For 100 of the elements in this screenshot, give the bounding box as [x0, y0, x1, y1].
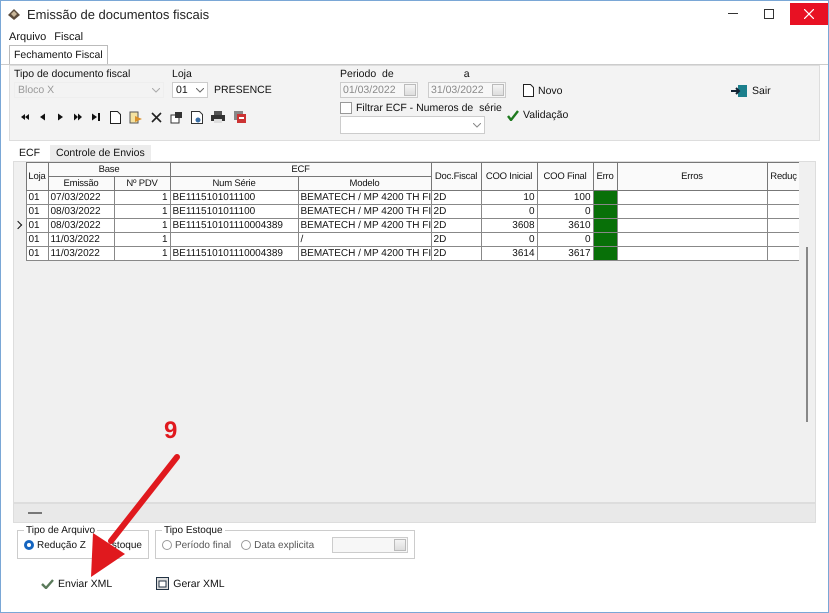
- last-record-icon[interactable]: [92, 113, 102, 121]
- close-button[interactable]: [790, 3, 828, 25]
- table-cell: BE1115101011100: [170, 190, 298, 204]
- column-header[interactable]: Emissão: [48, 176, 114, 190]
- table-cell: 01: [26, 246, 48, 260]
- exit-button[interactable]: Sair: [731, 84, 771, 98]
- edit-document-icon[interactable]: [129, 110, 143, 124]
- table-cell: 01: [26, 204, 48, 218]
- table-cell: 100: [537, 190, 594, 204]
- app-icon: [7, 8, 21, 20]
- table-cell: 1: [114, 190, 170, 204]
- table-cell: 2D: [431, 190, 482, 204]
- minimize-icon: [728, 13, 738, 15]
- table-cell: 10: [481, 190, 538, 204]
- printer-icon[interactable]: [211, 111, 225, 123]
- column-header: Loja: [26, 162, 48, 190]
- column-header[interactable]: COO Final: [537, 162, 594, 190]
- check-icon: [507, 110, 519, 120]
- send-xml-button[interactable]: Enviar XML: [41, 577, 112, 590]
- table-cell: 11/03/2022: [48, 232, 114, 246]
- table-cell: 2D: [431, 232, 482, 246]
- table-cell: 3610: [537, 218, 594, 232]
- table-cell: 0: [537, 232, 594, 246]
- column-header[interactable]: Modelo: [298, 176, 432, 190]
- table-cell: BE111510101110004389: [170, 218, 298, 232]
- table-icon: [156, 577, 170, 590]
- group-title: Tipo Estoque: [162, 525, 224, 536]
- radio-button[interactable]: [162, 540, 172, 550]
- table-cell: BE111510101110004389: [170, 246, 298, 260]
- field-label: Periodo de: [340, 68, 394, 80]
- column-header[interactable]: Num Série: [170, 176, 298, 190]
- new-button[interactable]: Novo: [523, 84, 723, 97]
- chevron-down-icon: [196, 88, 204, 92]
- field-label: Loja: [172, 68, 193, 80]
- radio-label: Data explicita: [254, 540, 314, 550]
- delete-icon[interactable]: [151, 112, 162, 122]
- table-cell: 07/03/2022: [48, 190, 114, 204]
- table-cell: 1: [114, 218, 170, 232]
- close-icon: [804, 9, 814, 19]
- table-cell: BEMATECH / MP 4200 TH FI: [298, 204, 432, 218]
- table-cell: /: [298, 232, 432, 246]
- table-cell: 01: [26, 218, 48, 232]
- table-cell: 1: [114, 232, 170, 246]
- generate-xml-button[interactable]: Gerar XML: [156, 577, 225, 590]
- exit-door-icon: [731, 84, 748, 98]
- field-label: Tipo de documento fiscal: [14, 68, 132, 80]
- column-header[interactable]: COO Inicial: [481, 162, 538, 190]
- table-cell: BEMATECH / MP 4200 TH FI: [298, 246, 432, 260]
- table-cell: BEMATECH / MP 4200 TH FI: [298, 190, 432, 204]
- table-cell: 3614: [481, 246, 538, 260]
- checkbox-label: Filtrar ECF - Numeros de série: [356, 102, 502, 114]
- table-cell: BEMATECH / MP 4200 TH FI: [298, 218, 432, 232]
- table-cell: 3617: [537, 246, 594, 260]
- group-header: Base: [48, 162, 170, 176]
- field-label: a: [464, 68, 470, 80]
- column-header[interactable]: Erro: [593, 162, 618, 190]
- radio-label: stoque: [112, 540, 142, 550]
- table-cell: 2D: [431, 204, 482, 218]
- table-cell: 08/03/2022: [48, 218, 114, 232]
- first-record-icon[interactable]: [20, 113, 30, 121]
- menu-item[interactable]: Fiscal: [54, 31, 84, 43]
- radio-button[interactable]: [241, 540, 252, 550]
- table-cell: 0: [537, 204, 594, 218]
- tab[interactable]: Fechamento Fiscal: [9, 45, 108, 64]
- export-icon[interactable]: [233, 110, 247, 124]
- step-number: 9: [164, 417, 178, 444]
- table-cell: 2D: [431, 246, 482, 260]
- print-preview-icon[interactable]: [191, 110, 203, 124]
- store-dropdown[interactable]: 01: [172, 82, 208, 98]
- menu-item[interactable]: Arquivo: [9, 31, 46, 43]
- table-cell: 08/03/2022: [48, 204, 114, 218]
- table-cell: BE1115101011100: [170, 204, 298, 218]
- new-document-icon[interactable]: [110, 110, 121, 124]
- previous-record-icon[interactable]: [38, 113, 48, 121]
- radio-button[interactable]: [24, 540, 34, 550]
- table-cell: 2D: [431, 218, 482, 232]
- radio-label: Redução Z: [37, 540, 86, 550]
- chevron-down-icon: [473, 122, 481, 128]
- checkbox[interactable]: [340, 102, 352, 114]
- splitter-handle[interactable]: [28, 512, 42, 514]
- column-header[interactable]: Nº PDV: [114, 176, 170, 190]
- properties-icon[interactable]: [170, 110, 183, 124]
- table-cell: 0: [481, 232, 538, 246]
- store-name: PRESENCE: [214, 84, 272, 96]
- table-cell: 1: [114, 204, 170, 218]
- window-title: Emissão de documentos fiscais: [27, 6, 210, 22]
- validation-button[interactable]: Validação: [507, 109, 723, 121]
- column-header[interactable]: Erros: [617, 162, 768, 190]
- table-cell: 1: [114, 246, 170, 260]
- group-title: Tipo de Arquivo: [25, 525, 96, 536]
- check-icon: [41, 578, 54, 588]
- radio-label: Período final: [174, 540, 232, 550]
- tab[interactable]: Controle de Envios: [50, 145, 151, 161]
- table-cell: 3608: [481, 218, 538, 232]
- table-cell: 01: [26, 232, 48, 246]
- table-cell: 11/03/2022: [48, 246, 114, 260]
- column-header[interactable]: Doc.Fiscal: [431, 162, 482, 190]
- column-header[interactable]: Reduç: [767, 162, 800, 190]
- fast-forward-icon[interactable]: [74, 113, 84, 121]
- table-cell: 01: [26, 190, 48, 204]
